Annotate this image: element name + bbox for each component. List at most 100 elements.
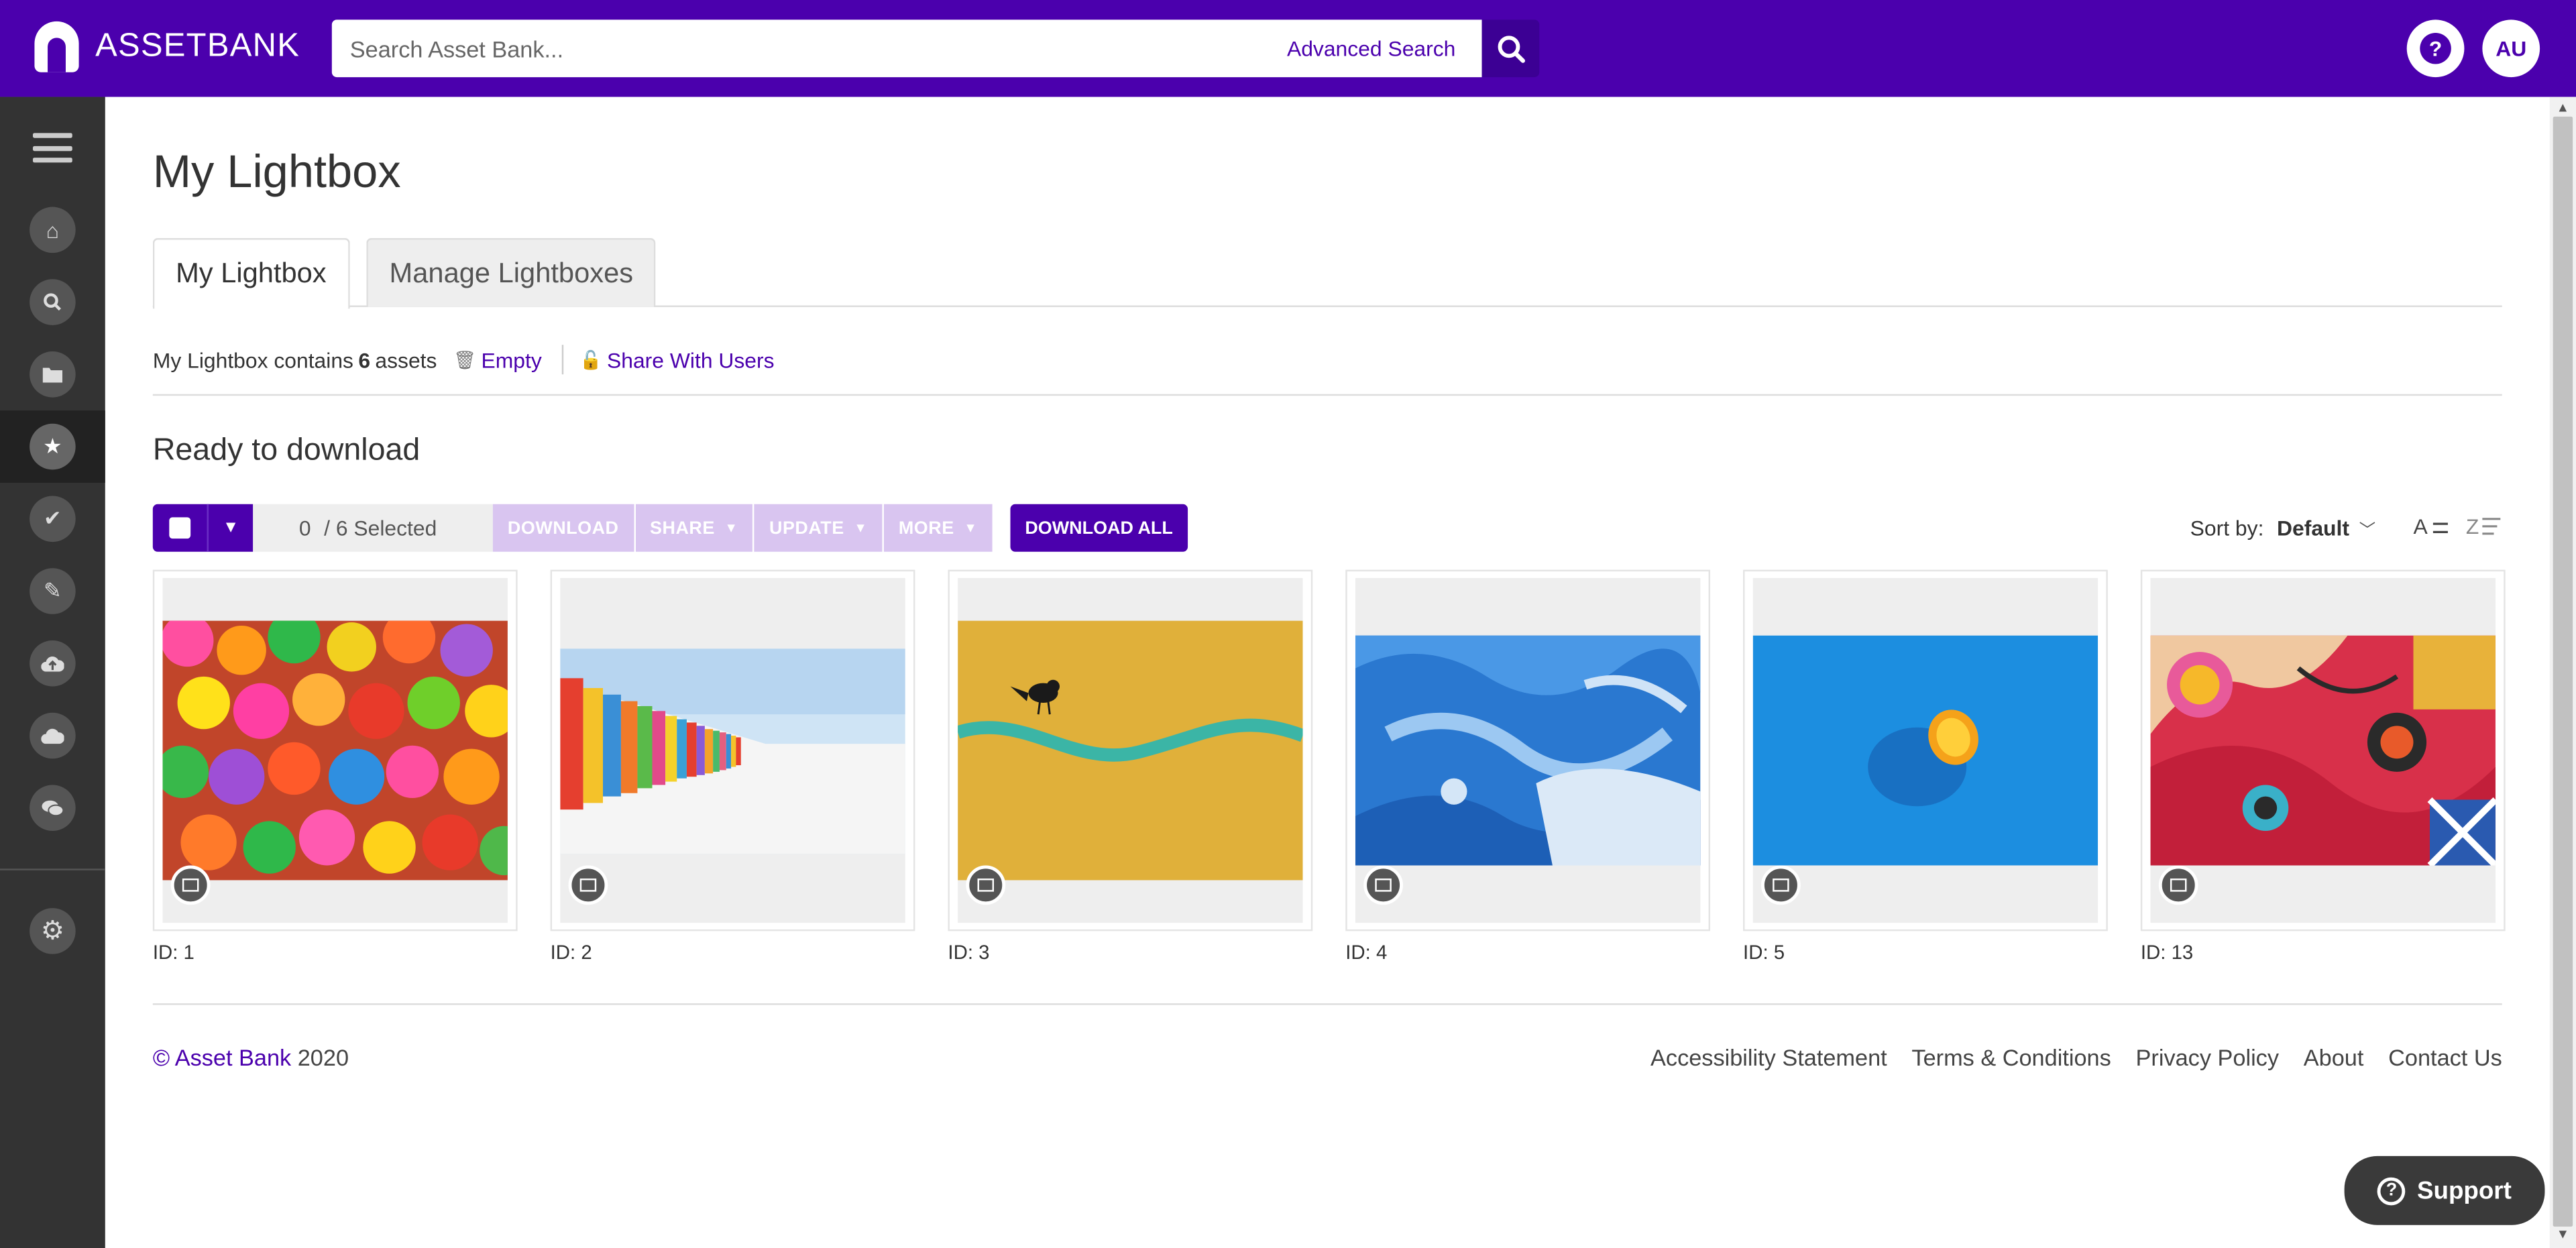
svg-text:Z: Z bbox=[2466, 514, 2479, 537]
selection-count: 0 / 6 Selected bbox=[253, 504, 493, 552]
asset-count: 6 bbox=[358, 347, 371, 372]
remove-from-lightbox-button[interactable] bbox=[1363, 865, 1403, 905]
remove-from-lightbox-button[interactable] bbox=[2158, 865, 2198, 905]
folder-icon bbox=[30, 351, 76, 398]
copyright: © Asset Bank 2020 bbox=[153, 1044, 349, 1070]
copyright-year: 2020 bbox=[297, 1044, 349, 1071]
scroll-thumb[interactable] bbox=[2553, 116, 2573, 1227]
logo[interactable]: ASSETBANK bbox=[34, 21, 300, 72]
caret-down-icon: ▼ bbox=[964, 520, 978, 536]
sidebar-item-messages[interactable] bbox=[0, 772, 105, 844]
asset-id: ID: 5 bbox=[1743, 941, 1785, 964]
comments-icon bbox=[30, 785, 76, 832]
asset-id: ID: 3 bbox=[948, 941, 990, 964]
asset-id: ID: 1 bbox=[152, 941, 194, 964]
remove-from-lightbox-button[interactable] bbox=[966, 865, 1006, 905]
divider bbox=[561, 345, 563, 375]
asset-thumbnail[interactable] bbox=[1355, 635, 1701, 866]
asset-thumbnail[interactable] bbox=[958, 620, 1303, 881]
scroll-down-icon[interactable]: ▼ bbox=[2557, 1227, 2569, 1241]
minus-box-icon bbox=[2170, 878, 2187, 892]
footer-link-privacy[interactable]: Privacy Policy bbox=[2136, 1044, 2279, 1070]
page-title: My Lightbox bbox=[152, 146, 401, 197]
star-icon: ★ bbox=[30, 423, 76, 470]
select-dropdown-button[interactable]: ▼ bbox=[207, 504, 254, 552]
help-button[interactable]: ? bbox=[2406, 19, 2465, 78]
sidebar-item-cloud[interactable] bbox=[0, 699, 105, 772]
lightbox-info: My Lightbox contains 6 assets 🗑 Empty 🔓 … bbox=[153, 345, 775, 375]
search-input[interactable] bbox=[331, 19, 1252, 78]
scrollbar[interactable]: ▲ ▼ bbox=[2549, 97, 2576, 1248]
support-button[interactable]: ? Support bbox=[2344, 1155, 2545, 1225]
pencil-icon: ✎ bbox=[30, 568, 76, 614]
footer-link-terms[interactable]: Terms & Conditions bbox=[1911, 1044, 2111, 1070]
sidebar-item-lightbox[interactable]: ★ bbox=[0, 410, 105, 483]
sidebar-item-search[interactable] bbox=[0, 266, 105, 339]
divider-line bbox=[152, 394, 2502, 396]
check-icon: ✔ bbox=[30, 496, 76, 543]
asset-card[interactable] bbox=[1345, 569, 1711, 931]
asset-card[interactable] bbox=[948, 569, 1313, 931]
asset-card[interactable] bbox=[550, 569, 915, 931]
sidebar-item-upload[interactable] bbox=[0, 627, 105, 699]
search-icon bbox=[1497, 35, 1524, 62]
sidebar-item-edit[interactable]: ✎ bbox=[0, 555, 105, 628]
remove-from-lightbox-button[interactable] bbox=[1760, 865, 1801, 905]
support-label: Support bbox=[2416, 1176, 2512, 1205]
asset-thumbnail[interactable] bbox=[2150, 635, 2496, 866]
menu-toggle[interactable] bbox=[32, 133, 72, 163]
asset-thumbnail[interactable] bbox=[560, 648, 905, 854]
info-suffix: assets bbox=[375, 347, 437, 372]
sort-control[interactable]: Sort by: Default ﹀ bbox=[2190, 516, 2375, 541]
selected-total: / 6 Selected bbox=[324, 515, 437, 541]
scroll-up-icon[interactable]: ▲ bbox=[2557, 100, 2569, 115]
select-all-checkbox-wrap[interactable] bbox=[152, 504, 207, 552]
asset-card[interactable] bbox=[152, 569, 518, 931]
asset-thumbnail[interactable] bbox=[162, 620, 508, 881]
select-all-checkbox[interactable] bbox=[169, 517, 191, 539]
update-button[interactable]: UPDATE ▼ bbox=[754, 504, 883, 552]
hamburger-icon bbox=[32, 133, 72, 138]
selected-number: 0 bbox=[298, 515, 311, 541]
sidebar-item-home[interactable]: ⌂ bbox=[0, 194, 105, 266]
home-icon: ⌂ bbox=[30, 207, 76, 253]
minus-box-icon bbox=[1773, 878, 1789, 892]
empty-link[interactable]: Empty bbox=[482, 347, 542, 372]
user-avatar[interactable]: AU bbox=[2482, 19, 2540, 78]
search-box: Advanced Search bbox=[331, 19, 1482, 78]
sidebar-item-folders[interactable] bbox=[0, 338, 105, 410]
sort-ascending-icon[interactable]: A bbox=[2413, 514, 2449, 542]
search-button[interactable] bbox=[1481, 19, 1540, 78]
caret-down-icon: ▼ bbox=[223, 518, 239, 537]
advanced-search-link[interactable]: Advanced Search bbox=[1287, 36, 1455, 61]
minus-box-icon bbox=[182, 878, 199, 892]
tab-manage-lightboxes[interactable]: Manage Lightboxes bbox=[366, 238, 657, 307]
download-button[interactable]: DOWNLOAD bbox=[492, 504, 634, 552]
share-with-users-link[interactable]: Share With Users bbox=[607, 347, 775, 372]
cloud-icon bbox=[30, 712, 76, 759]
download-all-button[interactable]: DOWNLOAD ALL bbox=[1010, 504, 1188, 552]
caret-down-icon: ▼ bbox=[724, 520, 738, 536]
page: ASSETBANK Advanced Search ? AU ⌂ ★ ✔ ✎ bbox=[0, 0, 2576, 1248]
more-button[interactable]: MORE ▼ bbox=[883, 504, 993, 552]
search-icon bbox=[30, 279, 76, 325]
sidebar-item-approvals[interactable]: ✔ bbox=[0, 483, 105, 555]
asset-bank-link[interactable]: © Asset Bank bbox=[153, 1044, 291, 1070]
logo-icon bbox=[34, 21, 79, 72]
trash-icon: 🗑 bbox=[453, 350, 477, 371]
footer-link-accessibility[interactable]: Accessibility Statement bbox=[1650, 1044, 1887, 1070]
remove-from-lightbox-button[interactable] bbox=[568, 865, 608, 905]
share-button[interactable]: SHARE ▼ bbox=[635, 504, 753, 552]
footer-link-contact[interactable]: Contact Us bbox=[2388, 1044, 2502, 1070]
sidebar-item-settings[interactable]: ⚙ bbox=[0, 895, 105, 968]
asset-card[interactable] bbox=[2140, 569, 2506, 931]
remove-from-lightbox-button[interactable] bbox=[170, 865, 211, 905]
tab-my-lightbox[interactable]: My Lightbox bbox=[152, 238, 349, 309]
asset-card[interactable] bbox=[1743, 569, 2108, 931]
asset-thumbnail[interactable] bbox=[1752, 635, 2098, 866]
sort-descending-icon[interactable]: Z bbox=[2466, 514, 2502, 542]
footer-link-about[interactable]: About bbox=[2304, 1044, 2364, 1070]
bulk-toolbar: ▼ 0 / 6 Selected DOWNLOAD SHARE ▼ UPDATE ▼… bbox=[152, 504, 1188, 552]
cloud-upload-icon bbox=[30, 640, 76, 687]
tab-bar: My Lightbox Manage Lightboxes bbox=[152, 238, 2502, 309]
